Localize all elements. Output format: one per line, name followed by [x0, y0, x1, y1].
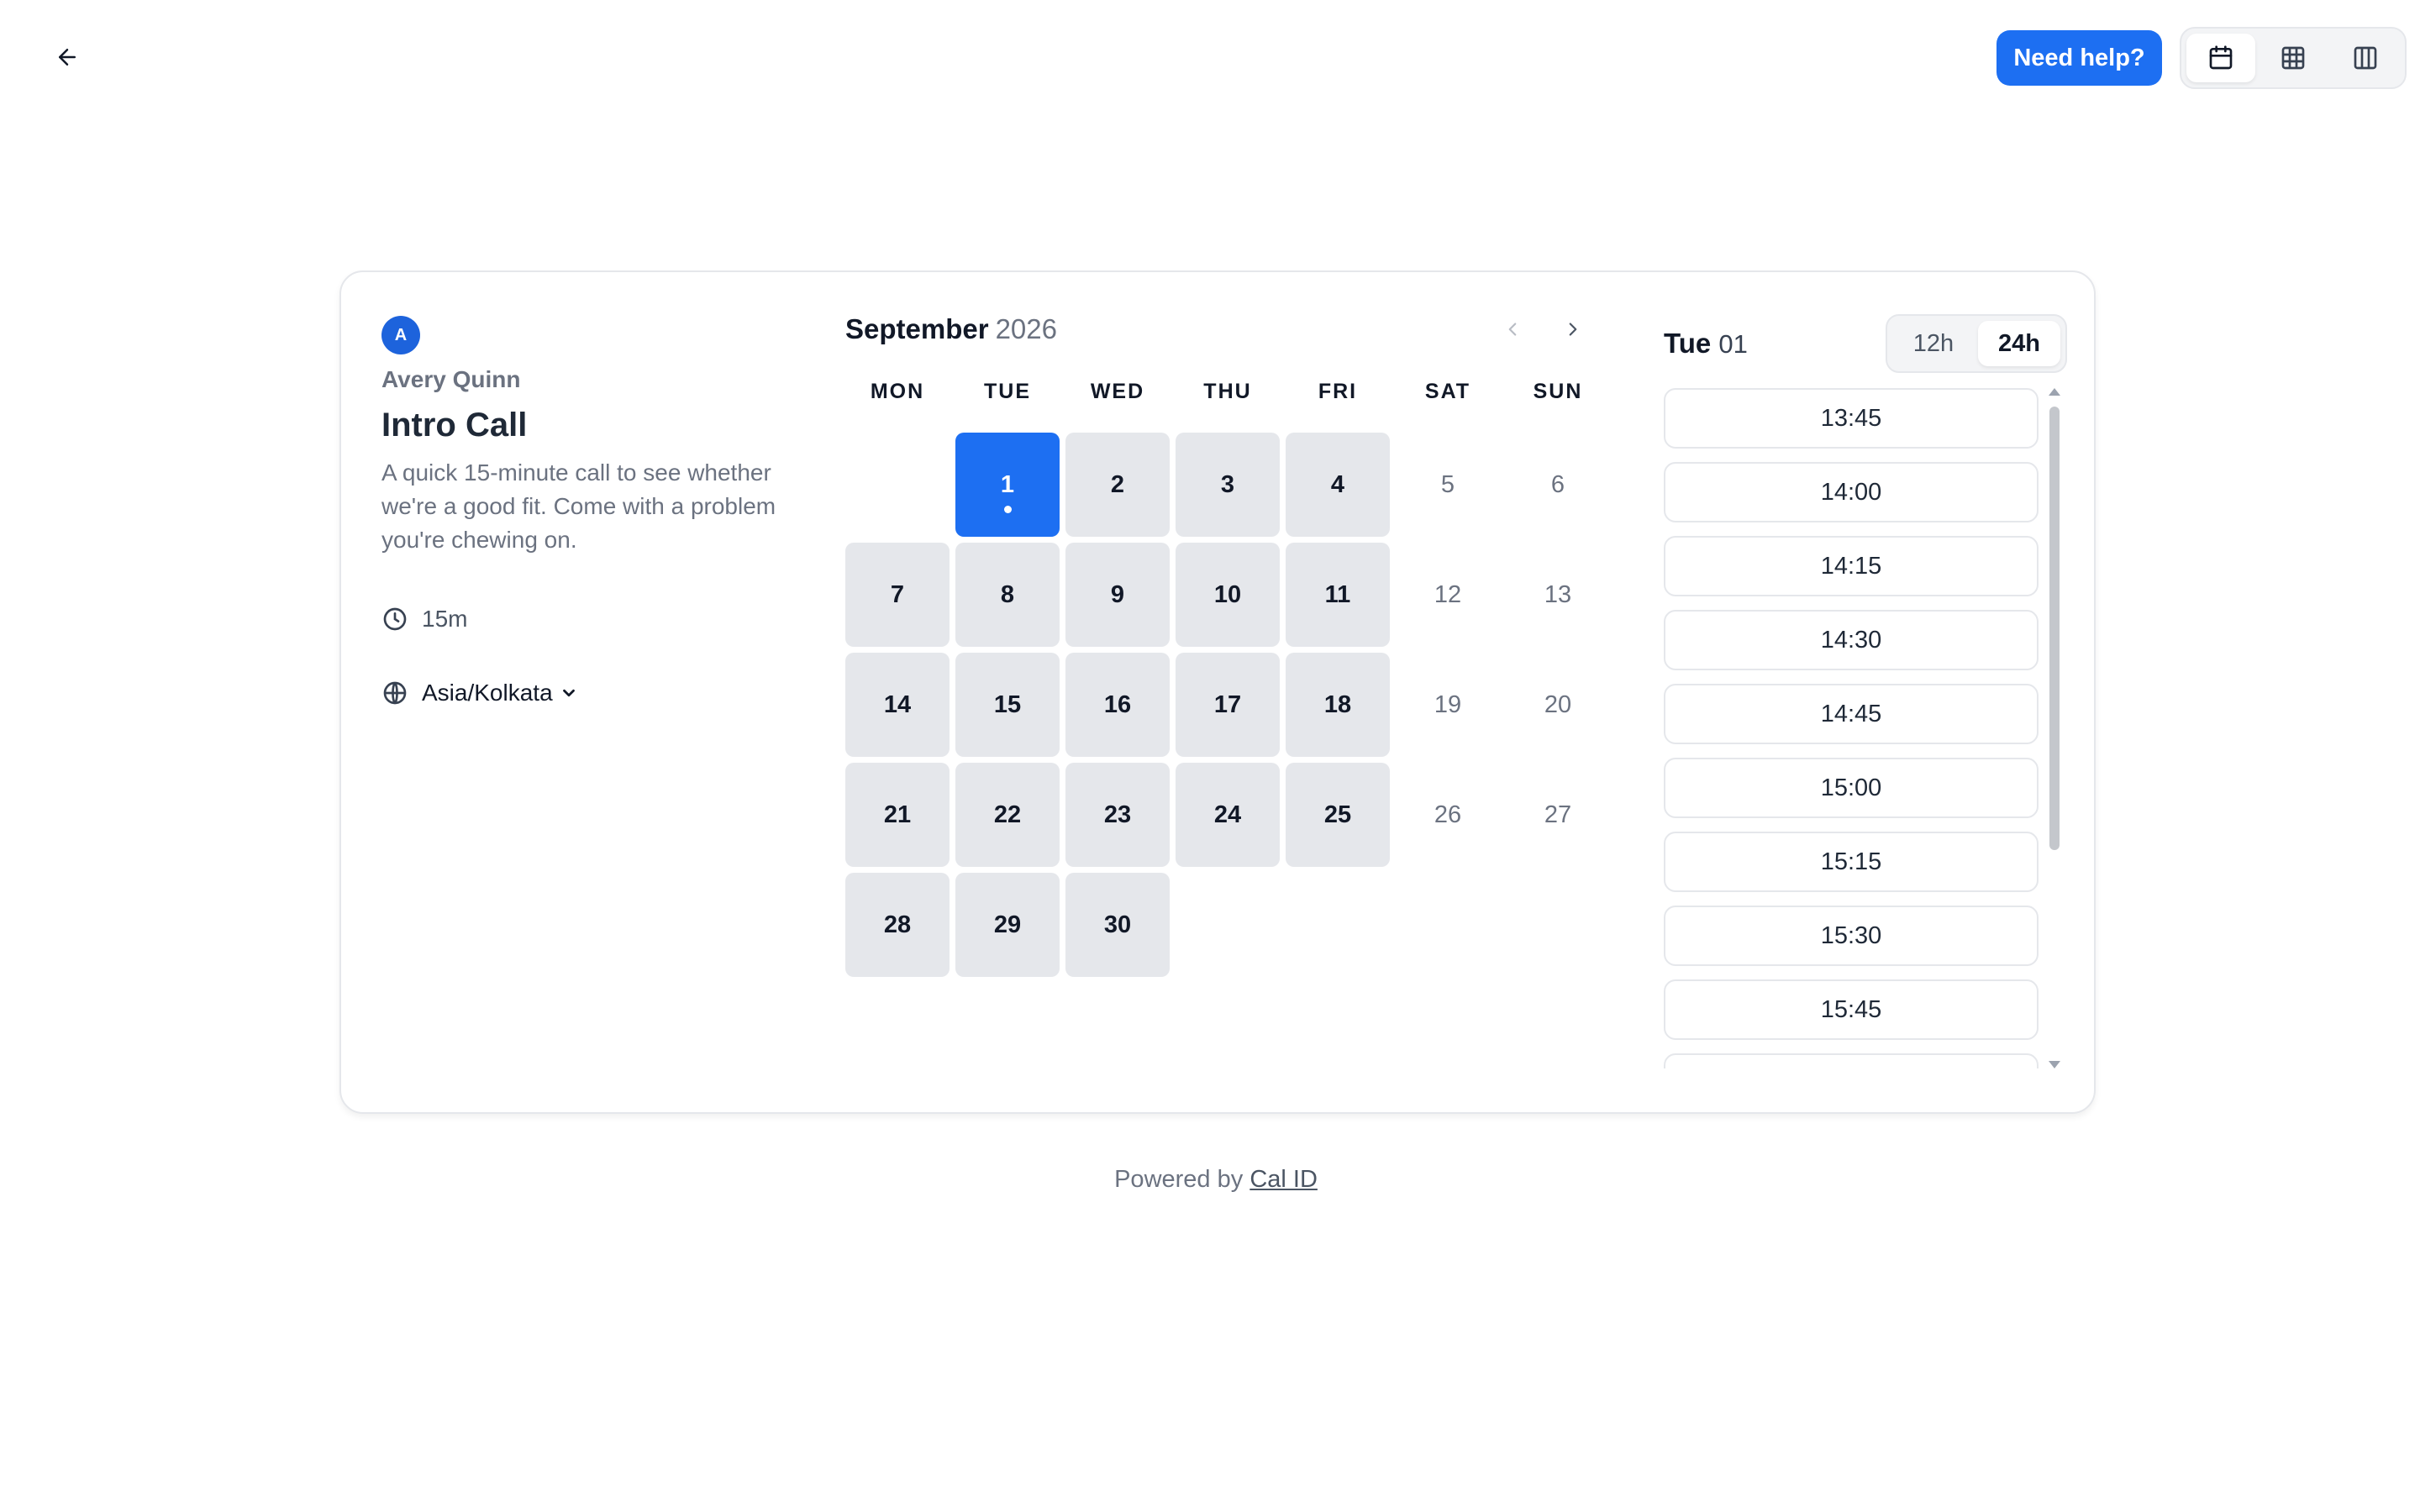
timezone-label: Asia/Kolkata: [422, 680, 553, 706]
powered-by-text: Powered by: [1114, 1166, 1244, 1193]
day-15[interactable]: 15: [955, 653, 1060, 757]
booking-card: A Avery Quinn Intro Call A quick 15-minu…: [339, 270, 2096, 1114]
powered-by: Powered by Cal ID: [0, 1166, 2420, 1194]
calendar-icon: [2209, 45, 2233, 70]
day-1[interactable]: 1: [955, 433, 1060, 537]
slots-header: Tue 01 12h 24h: [1664, 314, 2067, 373]
day-7[interactable]: 7: [845, 543, 950, 647]
event-info: A Avery Quinn Intro Call A quick 15-minu…: [381, 316, 785, 706]
back-button[interactable]: [50, 40, 84, 74]
day-30[interactable]: 30: [1065, 873, 1170, 977]
weekday-label: SUN: [1533, 380, 1583, 403]
month-navigation: [1494, 311, 1591, 348]
time-slots-list[interactable]: 13:45 14:00 14:15 14:30 14:45 15:00 15:15 15:30…: [1664, 388, 2039, 1068]
day-4[interactable]: 4: [1286, 433, 1390, 537]
week-view-button[interactable]: [2259, 34, 2328, 82]
avatar: A: [381, 316, 420, 354]
weekday-label: FRI: [1318, 380, 1358, 403]
scroll-up-arrow[interactable]: [2049, 388, 2060, 396]
day-24[interactable]: 24: [1176, 763, 1280, 867]
time-slot[interactable]: 14:30: [1664, 610, 2039, 670]
event-title: Intro Call: [381, 407, 528, 444]
day-8[interactable]: 8: [955, 543, 1060, 647]
format-24h-button[interactable]: 24h: [1978, 321, 2060, 366]
globe-icon: [383, 681, 407, 705]
time-slot[interactable]: 14:15: [1664, 536, 2039, 596]
weekday-label: TUE: [984, 380, 1031, 403]
time-slot[interactable]: 14:00: [1664, 462, 2039, 522]
chevron-left-icon: [1508, 323, 1517, 336]
selected-day-name: Tue: [1664, 328, 1712, 359]
day-2[interactable]: 2: [1065, 433, 1170, 537]
next-month-button[interactable]: [1555, 311, 1591, 348]
time-format-toggle: 12h 24h: [1886, 314, 2067, 373]
selected-day-number: 01: [1718, 329, 1748, 359]
weekday-label: SAT: [1424, 380, 1471, 403]
format-12h-button[interactable]: 12h: [1892, 321, 1975, 366]
weekday-label: MON: [870, 380, 925, 403]
day-21[interactable]: 21: [845, 763, 950, 867]
column-view-button[interactable]: [2331, 34, 2400, 82]
time-slots-panel: Tue 01 12h 24h 13:45 14:00 14:15 14:30 14:45…: [1664, 314, 2067, 1087]
time-slot[interactable]: 15:30: [1664, 906, 2039, 966]
weekday-header: MON TUE WED THU FRI SAT SUN: [845, 380, 1602, 404]
day-17[interactable]: 17: [1176, 653, 1280, 757]
view-toggle: [2180, 27, 2407, 89]
calendar-header: September 2026: [845, 306, 1602, 353]
calendar: September 2026 MON TUE WED THU FRI SAT SU…: [845, 306, 1602, 977]
need-help-button[interactable]: Need help?: [1996, 30, 2162, 86]
day-23[interactable]: 23: [1065, 763, 1170, 867]
day-19: 19: [1434, 690, 1462, 718]
day-11[interactable]: 11: [1286, 543, 1390, 647]
brand-link[interactable]: Cal ID: [1249, 1166, 1318, 1193]
day-28[interactable]: 28: [845, 873, 950, 977]
day-14[interactable]: 14: [845, 653, 950, 757]
day-13: 13: [1544, 580, 1572, 608]
clock-icon: [383, 607, 407, 631]
weekday-label: WED: [1090, 380, 1145, 403]
day-5: 5: [1440, 470, 1455, 498]
weekday-label: THU: [1203, 380, 1252, 403]
time-slot[interactable]: 14:45: [1664, 684, 2039, 744]
selected-day-title: Tue 01: [1664, 328, 1748, 360]
month-view-button[interactable]: [2186, 34, 2255, 82]
day-18[interactable]: 18: [1286, 653, 1390, 757]
day-12: 12: [1434, 580, 1462, 608]
day-10[interactable]: 10: [1176, 543, 1280, 647]
day-blank: [845, 433, 950, 537]
time-slot[interactable]: 15:45: [1664, 979, 2039, 1040]
day-26: 26: [1434, 801, 1462, 828]
duration-label: 15m: [422, 606, 468, 632]
day-6: 6: [1550, 470, 1565, 498]
day-9[interactable]: 9: [1065, 543, 1170, 647]
timezone-select[interactable]: Asia/Kolkata: [381, 680, 785, 706]
duration: 15m: [381, 606, 785, 633]
chevron-down-icon: [562, 689, 575, 697]
day-29[interactable]: 29: [955, 873, 1060, 977]
day-16[interactable]: 16: [1065, 653, 1170, 757]
columns-icon: [2354, 46, 2377, 70]
days-grid: 1 2 3 4 5 6 7 8 9 10 11 12 13 14 15 16 17 18 19 20 21 22 23 24 2…: [845, 433, 1602, 977]
grid-icon: [2281, 46, 2305, 70]
time-slot[interactable]: 15:15: [1664, 832, 2039, 892]
day-27: 27: [1544, 801, 1572, 828]
month-label: September: [845, 313, 989, 344]
scroll-thumb[interactable]: [2049, 407, 2060, 850]
day-25[interactable]: 25: [1286, 763, 1390, 867]
chevron-right-icon: [1569, 323, 1577, 336]
event-description: A quick 15-minute call to see whether we…: [381, 459, 776, 553]
scroll-down-arrow[interactable]: [2049, 1061, 2060, 1068]
time-slot[interactable]: 16:00: [1664, 1053, 2039, 1068]
slots-scrollbar[interactable]: [2045, 388, 2062, 1068]
time-slot[interactable]: 15:00: [1664, 758, 2039, 818]
arrow-left-icon: [59, 49, 76, 66]
day-22[interactable]: 22: [955, 763, 1060, 867]
prev-month-button[interactable]: [1494, 311, 1531, 348]
month-title: September 2026: [845, 313, 1057, 345]
day-20: 20: [1544, 690, 1572, 718]
host-name: Avery Quinn: [381, 366, 521, 392]
year-label: 2026: [995, 313, 1057, 344]
time-slot[interactable]: 13:45: [1664, 388, 2039, 449]
day-3[interactable]: 3: [1176, 433, 1280, 537]
